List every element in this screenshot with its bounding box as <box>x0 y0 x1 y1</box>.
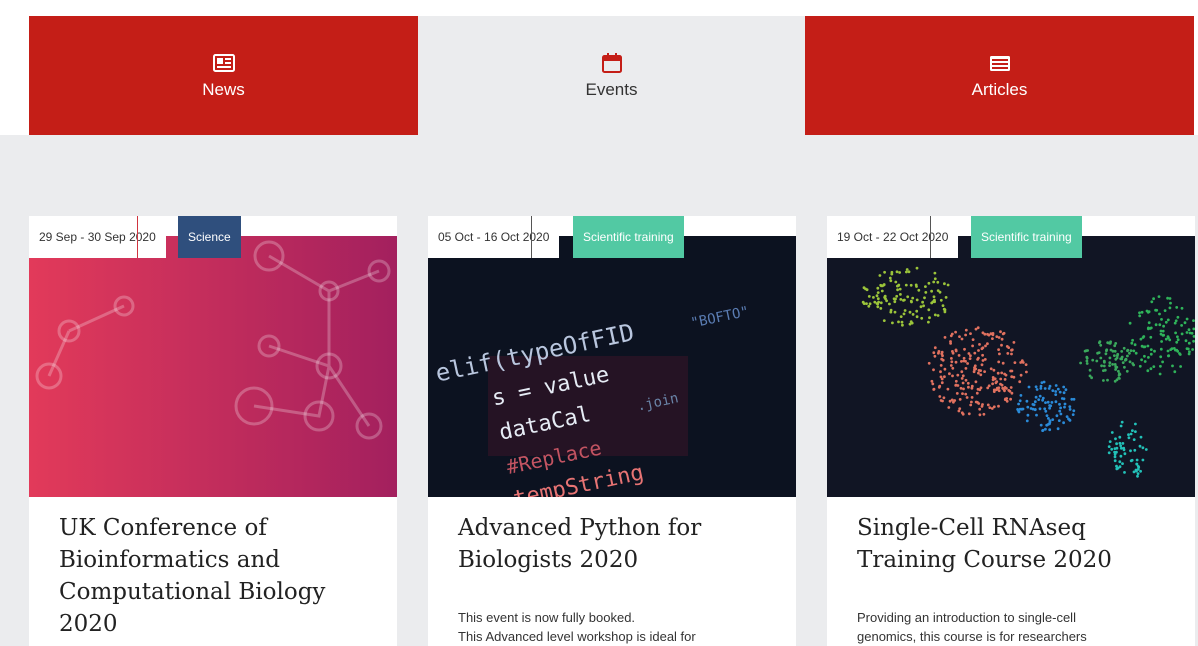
tab-articles[interactable]: Articles <box>805 16 1194 135</box>
tab-news[interactable]: News <box>29 16 418 135</box>
section-tabbar: News Events Articles <box>0 0 1198 136</box>
list-icon <box>989 55 1010 71</box>
date-divider <box>930 216 931 258</box>
event-description: Providing an introduction to single-cell… <box>857 608 1177 646</box>
event-date: 19 Oct - 22 Oct 2020 <box>827 216 959 258</box>
event-description: This event is now fully booked. This Adv… <box>458 608 778 646</box>
event-image <box>29 236 397 497</box>
event-title[interactable]: Advanced Python for Biologists 2020 <box>458 512 768 576</box>
date-divider <box>531 216 532 258</box>
event-card[interactable]: 29 Sep - 30 Sep 2020 Science UK Conferen… <box>29 216 397 646</box>
date-divider <box>137 216 138 258</box>
tab-news-label: News <box>202 79 245 99</box>
description-line: This event is now fully booked. <box>458 610 636 625</box>
category-badge[interactable]: Scientific training <box>971 216 1082 258</box>
event-image <box>827 236 1195 497</box>
description-line: This Advanced level workshop is ideal fo… <box>458 629 696 644</box>
event-title[interactable]: UK Conference of Bioinformatics and Comp… <box>59 512 369 640</box>
event-image: elif(typeOfFID s = value dataCal #Replac… <box>428 236 796 497</box>
event-title[interactable]: Single-Cell RNAseq Training Course 2020 <box>857 512 1167 576</box>
category-badge[interactable]: Scientific training <box>573 216 684 258</box>
event-card[interactable]: 19 Oct - 22 Oct 2020 Scientific training… <box>827 216 1195 646</box>
event-card[interactable]: elif(typeOfFID s = value dataCal #Replac… <box>428 216 796 646</box>
tab-events-label: Events <box>585 79 638 99</box>
description-line: Providing an introduction to single-cell <box>857 610 1076 625</box>
calendar-icon <box>601 52 622 73</box>
tab-articles-label: Articles <box>971 79 1028 99</box>
event-date: 29 Sep - 30 Sep 2020 <box>29 216 166 258</box>
event-date: 05 Oct - 16 Oct 2020 <box>428 216 560 258</box>
newspaper-icon <box>212 53 235 72</box>
category-badge[interactable]: Science <box>178 216 241 258</box>
description-line: genomics, this course is for researchers <box>857 629 1087 644</box>
tab-events[interactable]: Events <box>418 16 805 135</box>
